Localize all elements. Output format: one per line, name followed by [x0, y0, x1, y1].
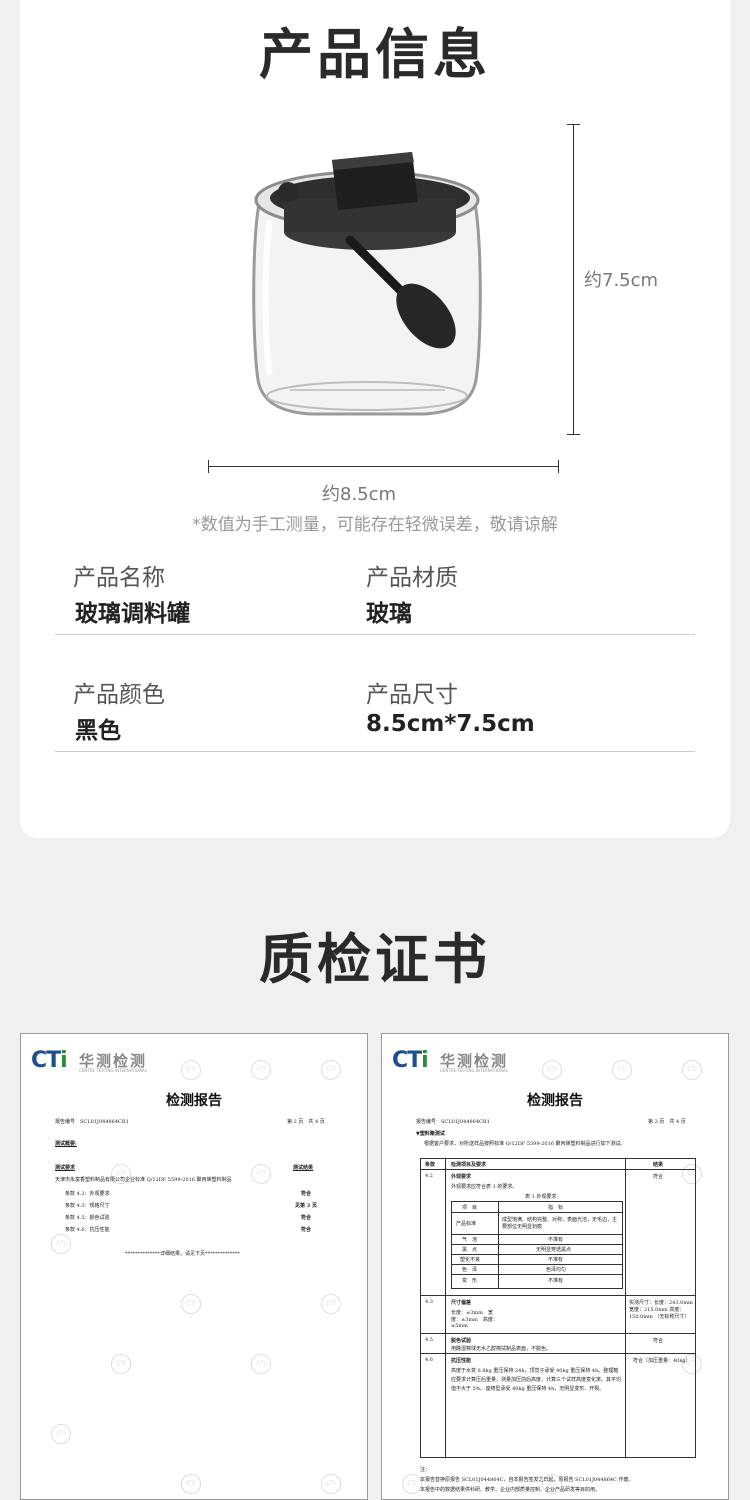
spec-label-size: 产品尺寸 — [366, 682, 458, 708]
width-dimension-cap-left — [208, 460, 209, 473]
report-title: 检测报告 — [166, 1093, 222, 1109]
summary-heading: 测试概要: — [55, 1141, 77, 1147]
clause-item: 条款 4.6：抗压性能 — [65, 1227, 110, 1233]
cti-logo: CTi 华测检测 CENTRE TESTING INTERNATIONAL — [392, 1048, 509, 1073]
width-dimension-label: 约8.5cm — [322, 484, 397, 505]
clause-result: 符合 — [301, 1215, 312, 1221]
section-title-certificate: 质检证书 — [259, 928, 491, 991]
measurement-note: *数值为手工测量，可能存在轻微误差，敬请谅解 — [192, 515, 558, 535]
spec-value-name: 玻璃调料罐 — [75, 601, 190, 627]
spec-label-color: 产品颜色 — [73, 682, 165, 708]
height-dimension-cap-bottom — [567, 434, 580, 435]
requirement-text: 天津市永富香塑料制品有限公司企业标准 Q/12DF 5599-2016 聚丙烯塑… — [55, 1177, 232, 1183]
test-section-desc: 根据客户要求，对所送样品按照标准 Q/12DF 5599-2016 聚丙烯塑料制… — [424, 1141, 626, 1147]
height-dimension-label: 约7.5cm — [584, 270, 659, 291]
result-heading: 测试结果 — [293, 1165, 314, 1171]
report-number: 报告编号 SCL01J044864CR1 — [55, 1119, 129, 1125]
spec-label-name: 产品名称 — [73, 565, 165, 591]
spec-divider — [55, 751, 695, 752]
test-report-page-1: CTi 华测检测 CENTRE TESTING INTERNATIONAL CT… — [20, 1033, 368, 1500]
notes-heading: 注： — [420, 1467, 431, 1473]
product-jar-image — [250, 140, 485, 420]
note-line: 本报告替换原报告 SCL01J044864C，自本报告签发之日起，原报告 SCL… — [420, 1477, 634, 1483]
report-title: 检测报告 — [527, 1093, 583, 1109]
width-dimension-cap-right — [558, 460, 559, 473]
appearance-subtable: 项 目 指 标 产品标准 成型饱满、结构完整、对称，表面光洁，无毛边，主要部位无… — [451, 1201, 623, 1289]
spec-value-color: 黑色 — [75, 718, 121, 744]
clause-item: 条款 4.5：颜色试验 — [65, 1215, 110, 1221]
height-dimension-cap-top — [567, 124, 580, 125]
spec-value-size: 8.5cm*7.5cm — [366, 711, 535, 737]
clause-item: 条款 4.3：规格尺寸 — [65, 1203, 110, 1209]
section-title-product-info: 产品信息 — [259, 23, 491, 86]
spec-divider — [55, 634, 695, 635]
clause-result: 见第 3 页 — [295, 1203, 317, 1209]
clause-result: 符合 — [301, 1191, 312, 1197]
clause-item: 条款 4.2：外观要求 — [65, 1191, 110, 1197]
clause-result: 符合 — [301, 1227, 312, 1233]
report-page: 第 2 页 共 4 页 — [287, 1119, 325, 1125]
report-page: 第 3 页 共 4 页 — [648, 1119, 686, 1125]
test-report-page-2: CTi 华测检测 CENTRE TESTING INTERNATIONAL CT… — [381, 1033, 729, 1500]
height-dimension-line — [573, 124, 574, 434]
requirement-heading: 测试要求 — [55, 1165, 76, 1171]
note-line: 本报告中的数据结果供科研、教学、企业内部质量控制、企业产品研发等目的用。 — [420, 1487, 601, 1493]
report-number: 报告编号 SCL01J044864CR1 — [416, 1119, 490, 1125]
spec-label-material: 产品材质 — [366, 565, 458, 591]
test-table: 条款 检测项目及要求 结果 4.2 外观要求 外观要求应符合表 1 的要求。 符… — [420, 1158, 696, 1458]
test-section-heading: ▼塑料聚测试 — [416, 1131, 445, 1137]
cti-logo: CTi 华测检测 CENTRE TESTING INTERNATIONAL — [31, 1048, 148, 1073]
width-dimension-line — [208, 466, 558, 467]
spec-value-material: 玻璃 — [366, 601, 412, 627]
report-footer: **************详细结果，请见下页************** — [125, 1251, 241, 1257]
